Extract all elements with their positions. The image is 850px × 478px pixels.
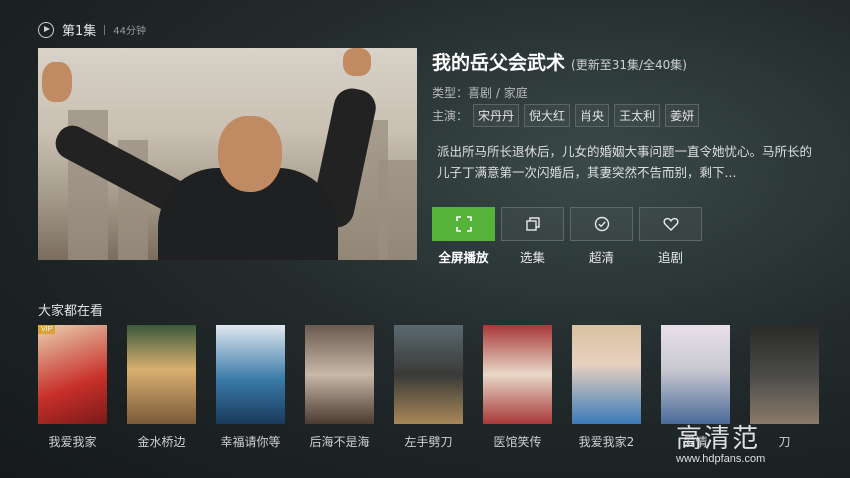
genre-label: 类型： (432, 86, 469, 100)
site-watermark: 高清范 www.hdpfans.com (676, 418, 765, 465)
episode-label: 第1集 (62, 24, 97, 39)
cast-row: 主演： 宋丹丹 倪大红 肖央 王太利 姜妍 (432, 104, 700, 127)
recommendation-poster[interactable]: VIP (38, 325, 107, 424)
heart-icon (663, 217, 678, 231)
divider (104, 24, 106, 35)
watermark-url: www.hdpfans.com (676, 453, 766, 465)
fullscreen-icon (455, 216, 472, 232)
vip-badge: VIP (38, 325, 56, 334)
quality-button[interactable]: 超清 (570, 207, 633, 266)
follow-label: 追剧 (657, 250, 683, 265)
follow-button[interactable]: 追剧 (639, 207, 702, 266)
recommendation-item[interactable]: 金水桥边 (127, 325, 196, 450)
actor-hand (42, 62, 72, 102)
watermark-logo: 高清范 (676, 424, 761, 454)
cast-member[interactable]: 宋丹丹 (473, 104, 520, 127)
play-circle-icon (38, 21, 54, 38)
recommendation-poster[interactable] (394, 325, 463, 424)
background-building (378, 160, 417, 260)
cast-label: 主演： (432, 109, 469, 123)
recommendation-title: 幸福请你等 (220, 435, 281, 449)
cast-member[interactable]: 倪大红 (524, 104, 571, 127)
recommendation-poster[interactable] (216, 325, 285, 424)
quality-label: 超清 (588, 250, 614, 265)
recommendation-poster[interactable] (572, 325, 641, 424)
recommendation-poster[interactable] (127, 325, 196, 424)
recommendation-poster[interactable] (483, 325, 552, 424)
recommendation-title: 左手劈刀 (404, 435, 453, 449)
fullscreen-play-button[interactable]: 全屏播放 (432, 207, 495, 266)
recommendations-title: 大家都在看 (38, 304, 104, 319)
episodes-button[interactable]: 选集 (501, 207, 564, 266)
episodes-label: 选集 (519, 250, 545, 265)
episodes-icon (525, 217, 540, 231)
update-status: (更新至31集/全40集) (571, 58, 687, 72)
cast-member[interactable]: 王太利 (614, 104, 661, 127)
recommendation-item[interactable]: VIP 我爱我家 (38, 325, 107, 450)
recommendation-item[interactable]: 幸福请你等 (216, 325, 285, 450)
episode-duration: 44分钟 (113, 26, 147, 37)
fullscreen-button-box[interactable] (432, 207, 495, 241)
recommendation-poster[interactable] (661, 325, 730, 424)
recommendation-item[interactable]: 后海不是海 (305, 325, 374, 450)
recommendation-poster[interactable] (750, 325, 819, 424)
action-bar: 全屏播放 选集 超清 追剧 (432, 207, 702, 266)
fullscreen-play-label: 全屏播放 (438, 250, 489, 265)
recommendation-item[interactable]: 我爱我家2 (572, 325, 641, 450)
follow-button-box[interactable] (639, 207, 702, 241)
actor-head (218, 116, 282, 192)
recommendation-title: 我爱我家 (48, 435, 97, 449)
show-title: 我的岳父会武术 (432, 52, 566, 74)
recommendation-item[interactable]: 左手劈刀 (394, 325, 463, 450)
episode-header: 第1集 44分钟 (38, 20, 146, 39)
episodes-button-box[interactable] (501, 207, 564, 241)
recommendation-title: 金水桥边 (137, 435, 186, 449)
quality-button-box[interactable] (570, 207, 633, 241)
recommendation-title: 医馆笑传 (493, 435, 542, 449)
recommendation-title: 刀 (778, 435, 791, 449)
title-row: 我的岳父会武术 (更新至31集/全40集) (432, 48, 687, 75)
recommendation-poster[interactable] (305, 325, 374, 424)
recommendation-title: 我爱我家2 (578, 435, 635, 449)
video-preview[interactable] (38, 48, 417, 260)
genre-value: 喜剧 / 家庭 (468, 86, 528, 100)
recommendation-item[interactable]: 医馆笑传 (483, 325, 552, 450)
synopsis[interactable]: 派出所马所长退休后，儿女的婚姻大事问题一直令她忧心。马所长的儿子丁满意第一次闪婚… (437, 141, 817, 183)
quality-icon (594, 216, 609, 232)
cast-member[interactable]: 姜妍 (665, 104, 700, 127)
actor-hand (343, 48, 371, 76)
cast-member[interactable]: 肖央 (575, 104, 610, 127)
genre-row: 类型：喜剧 / 家庭 (432, 84, 528, 101)
recommendation-title: 后海不是海 (309, 435, 370, 449)
